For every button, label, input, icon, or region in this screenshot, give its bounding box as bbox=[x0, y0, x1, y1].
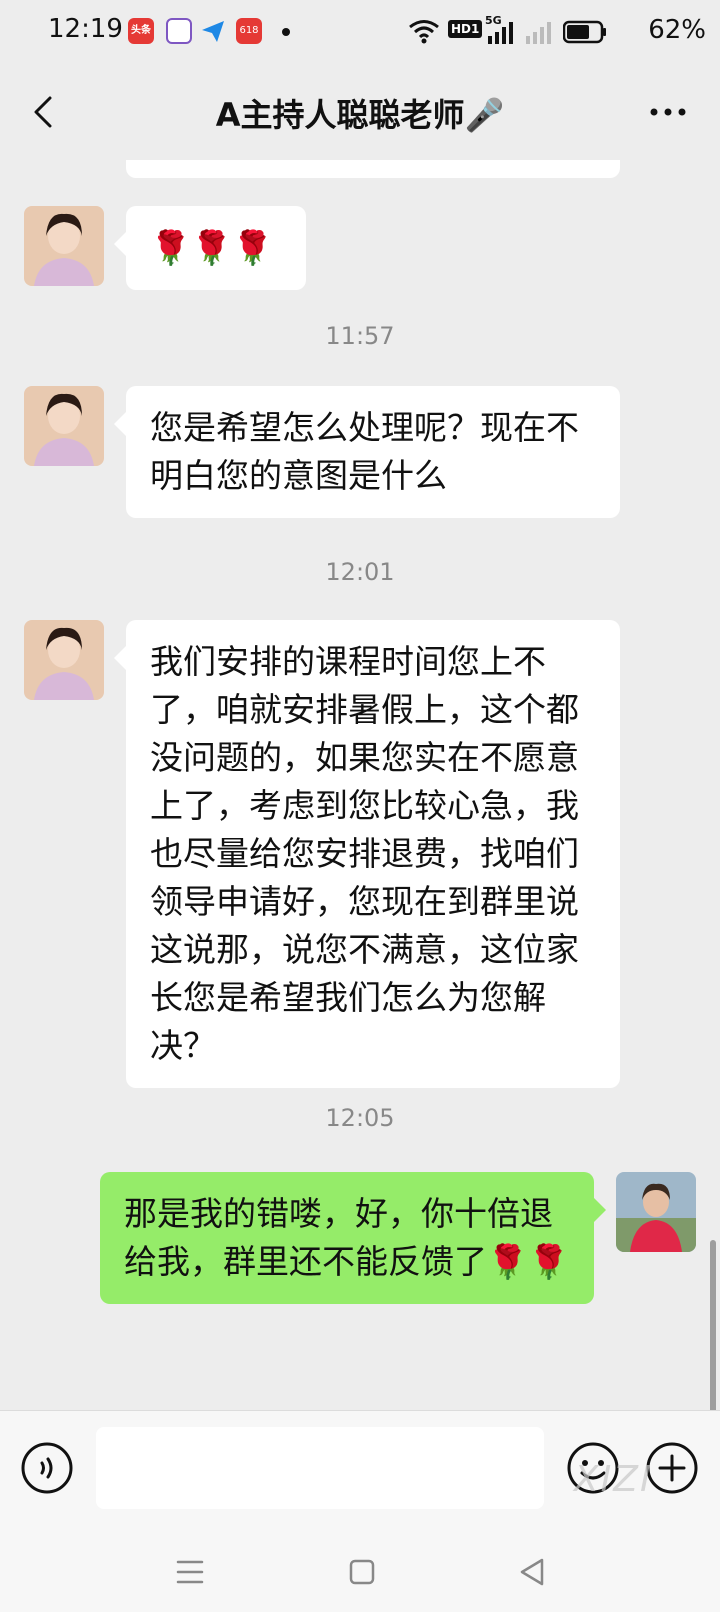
more-options-button[interactable] bbox=[644, 88, 692, 136]
my-avatar[interactable] bbox=[616, 1172, 696, 1252]
send-notification-icon bbox=[200, 18, 226, 44]
chat-scrollbar[interactable] bbox=[710, 1240, 716, 1410]
wifi-icon bbox=[409, 20, 439, 44]
message-bubble-incoming: 我们安排的课程时间您上不了，咱就安排暑假上，这个都没问题的，如果您实在不愿意上了… bbox=[114, 620, 620, 1088]
hd-icon: HD1 bbox=[448, 20, 483, 38]
message-text: 🌹🌹🌹 bbox=[150, 228, 274, 267]
battery-percent: 62% bbox=[648, 15, 706, 45]
back-nav-button[interactable] bbox=[510, 1550, 554, 1594]
more-notifications-dot bbox=[282, 28, 290, 36]
teacher-avatar[interactable] bbox=[24, 386, 104, 466]
status-bar: 12:19 头条 618 HD1 5G 62% bbox=[0, 0, 720, 64]
message-bubble-partial bbox=[126, 160, 620, 178]
message-text: 我们安排的课程时间您上不了，咱就安排暑假上，这个都没问题的，如果您实在不愿意上了… bbox=[150, 642, 579, 1065]
voice-input-button[interactable] bbox=[20, 1441, 74, 1495]
teacher-avatar[interactable] bbox=[24, 206, 104, 286]
chat-message-list[interactable]: 🌹🌹🌹 11:57 您是希望怎么处理呢？现在不明白您的意图是什么 12:01 我… bbox=[0, 160, 720, 1410]
message-bubble-outgoing: 那是我的错喽，好，你十倍退给我，群里还不能反馈了🌹🌹 bbox=[100, 1172, 606, 1304]
status-time: 12:19 bbox=[48, 14, 123, 44]
signal-icon-1 bbox=[488, 22, 513, 44]
more-functions-button[interactable] bbox=[645, 1441, 699, 1495]
system-navigation-bar bbox=[0, 1532, 720, 1612]
watermark: XIZI bbox=[574, 1459, 653, 1500]
message-input[interactable] bbox=[96, 1427, 544, 1509]
toutiao-notification-icon: 头条 bbox=[128, 18, 154, 44]
signal-icon-2 bbox=[526, 22, 551, 44]
home-nav-button[interactable] bbox=[340, 1550, 384, 1594]
menu-nav-button[interactable] bbox=[168, 1550, 212, 1594]
message-text: 那是我的错喽，好，你十倍退给我，群里还不能反馈了🌹🌹 bbox=[124, 1194, 570, 1281]
timestamp: 12:05 bbox=[325, 1104, 395, 1132]
message-bubble-incoming: 🌹🌹🌹 bbox=[114, 206, 306, 290]
teacher-avatar[interactable] bbox=[24, 620, 104, 700]
battery-icon bbox=[563, 20, 606, 44]
chat-input-bar: XIZI bbox=[0, 1410, 720, 1533]
timestamp: 11:57 bbox=[325, 322, 395, 350]
shopping-618-notification-icon: 618 bbox=[236, 18, 262, 44]
chat-title: A主持人聪聪老师🎤 bbox=[215, 96, 505, 134]
timestamp: 12:01 bbox=[325, 558, 395, 586]
message-text: 您是希望怎么处理呢？现在不明白您的意图是什么 bbox=[150, 408, 579, 495]
app-notification-icon bbox=[166, 18, 192, 44]
chat-header: A主持人聪聪老师🎤 bbox=[0, 64, 720, 160]
message-bubble-incoming: 您是希望怎么处理呢？现在不明白您的意图是什么 bbox=[114, 386, 620, 518]
